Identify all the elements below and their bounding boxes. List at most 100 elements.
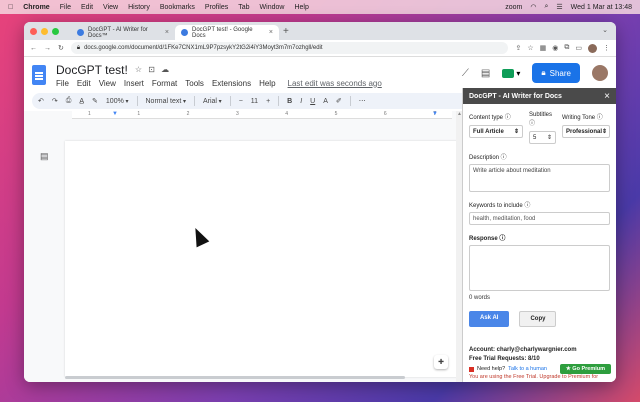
back-icon[interactable]: ← <box>30 45 37 52</box>
url-text: docs.google.com/document/d/1FKe7CNX1mL9P… <box>84 45 323 51</box>
italic-button[interactable]: I <box>300 98 302 105</box>
sidebar-title: DocGPT - AI Writer for Docs <box>469 92 562 100</box>
undo-icon[interactable]: ↶ <box>38 97 44 105</box>
menubar-item-help[interactable]: Help <box>294 4 308 11</box>
bookmark-star-icon[interactable]: ☆ <box>527 44 533 52</box>
document-page[interactable] <box>65 141 461 377</box>
chevron-down-icon: ▾ <box>516 68 521 78</box>
left-indent-marker-icon[interactable]: ▼ <box>112 111 118 117</box>
zoom-select[interactable]: 100% <box>106 98 129 105</box>
menubar-item-tab[interactable]: Tab <box>238 4 249 11</box>
share-page-icon[interactable]: ⇪ <box>515 44 521 52</box>
address-bar-row: ← → ↻ 🔒︎ docs.google.com/document/d/1FKe… <box>24 40 616 57</box>
explore-button[interactable]: ✚ <box>434 355 448 369</box>
text-color-icon[interactable]: A <box>323 98 328 105</box>
menubar-item-history[interactable]: History <box>128 4 150 11</box>
share-button[interactable]: 🔒︎ Share <box>532 63 580 83</box>
sidebar-icon[interactable]: ▭ <box>575 44 582 52</box>
close-icon[interactable]: × <box>604 91 610 102</box>
extension-icon[interactable]: ◉ <box>552 44 558 52</box>
menu-file[interactable]: File <box>56 79 69 88</box>
minimize-window-button[interactable] <box>41 27 48 35</box>
docgpt-favicon-icon <box>77 29 84 36</box>
redo-icon[interactable]: ↷ <box>52 97 58 105</box>
paragraph-style-select[interactable]: Normal text <box>146 98 186 105</box>
profile-avatar[interactable] <box>588 43 597 53</box>
help-text: Need help? <box>477 366 506 372</box>
menubar-app-name[interactable]: Chrome <box>23 4 49 11</box>
talk-to-human-link[interactable]: Talk to a human <box>508 366 547 372</box>
menu-edit[interactable]: Edit <box>77 79 91 88</box>
star-icon[interactable]: ☆ <box>135 65 142 74</box>
font-select[interactable]: Arial <box>203 98 222 105</box>
puzzle-icon[interactable]: ⧉ <box>564 44 569 52</box>
activity-trend-icon[interactable]: ⟋ <box>462 68 469 79</box>
ask-ai-button[interactable]: Ask AI <box>469 311 510 327</box>
menu-extensions[interactable]: Extensions <box>212 79 251 88</box>
control-center-icon[interactable]: ☰ <box>556 3 562 11</box>
document-title[interactable]: DocGPT test! <box>56 63 128 77</box>
move-folder-icon[interactable]: ⊡ <box>148 65 155 74</box>
menu-view[interactable]: View <box>99 79 116 88</box>
tab-search-icon[interactable]: ⌄ <box>602 26 608 34</box>
highlight-icon[interactable]: ✐ <box>336 97 342 105</box>
menubar-item-view[interactable]: View <box>103 4 118 11</box>
go-premium-button[interactable]: ★ Go Premium <box>559 364 611 374</box>
divider <box>349 96 351 106</box>
close-window-button[interactable] <box>30 27 37 35</box>
apple-icon[interactable]:  <box>8 4 13 11</box>
font-size-input[interactable]: 11 <box>251 98 258 105</box>
right-indent-marker-icon[interactable]: ▼ <box>432 111 438 117</box>
menubar-datetime[interactable]: Wed 1 Mar at 13:48 <box>571 4 632 11</box>
subtitles-select[interactable]: 5 ⇕ <box>529 131 556 144</box>
menubar-item-bookmarks[interactable]: Bookmarks <box>160 4 195 11</box>
extension-icon[interactable]: ▦ <box>540 44 547 52</box>
zoom-status-icon[interactable]: zoom <box>505 4 522 11</box>
horizontal-scrollbar[interactable] <box>65 376 405 379</box>
menu-tools[interactable]: Tools <box>185 79 204 88</box>
search-icon[interactable]: ⌕ <box>544 3 548 11</box>
comment-history-icon[interactable]: ▤ <box>481 68 490 79</box>
menu-insert[interactable]: Insert <box>124 79 144 88</box>
more-tools-button[interactable]: ⋯ <box>359 97 366 105</box>
zoom-window-button[interactable] <box>52 27 59 35</box>
ruler-tick: 1 <box>137 111 141 117</box>
description-label: Description ⓘ <box>469 155 507 161</box>
decrease-font-size-button[interactable]: − <box>239 98 243 105</box>
underline-button[interactable]: U <box>310 98 315 105</box>
print-icon[interactable]: ⎙ <box>66 97 72 105</box>
meet-button[interactable]: ▾ <box>502 68 521 78</box>
reload-icon[interactable]: ↻ <box>58 44 64 52</box>
copy-button[interactable]: Copy <box>519 311 557 327</box>
increase-font-size-button[interactable]: + <box>266 98 270 105</box>
menu-help[interactable]: Help <box>259 79 275 88</box>
docs-logo-icon[interactable] <box>32 65 46 85</box>
last-edit-link[interactable]: Last edit was seconds ago <box>288 79 382 88</box>
response-textarea[interactable] <box>469 245 610 291</box>
tab-google-docs[interactable]: DocGPT test! - Google Docs × <box>175 25 279 40</box>
bold-button[interactable]: B <box>287 98 292 105</box>
menubar-item-profiles[interactable]: Profiles <box>205 4 228 11</box>
spellcheck-icon[interactable]: A̲ <box>79 98 84 105</box>
document-outline-icon[interactable]: ▤ <box>40 151 49 162</box>
cloud-status-icon[interactable]: ☁ <box>161 65 169 74</box>
close-icon[interactable]: × <box>269 29 273 36</box>
menubar-item-edit[interactable]: Edit <box>81 4 93 11</box>
user-avatar[interactable] <box>592 65 608 81</box>
menubar-item-window[interactable]: Window <box>260 4 285 11</box>
content-type-select[interactable]: Full Article ⇕ <box>469 125 523 138</box>
forward-icon[interactable]: → <box>44 45 51 52</box>
omnibox[interactable]: 🔒︎ docs.google.com/document/d/1FKe7CNX1m… <box>70 42 509 54</box>
description-textarea[interactable]: Write article about meditation <box>469 164 610 192</box>
kebab-menu-icon[interactable]: ⋮ <box>603 44 610 52</box>
menu-format[interactable]: Format <box>152 79 177 88</box>
wifi-icon[interactable]: ◠ <box>530 3 536 11</box>
writing-tone-select[interactable]: Professional ⇕ <box>562 125 610 138</box>
menubar-item-file[interactable]: File <box>60 4 71 11</box>
keywords-input[interactable]: health, meditation, food <box>469 212 610 225</box>
new-tab-button[interactable]: + <box>283 26 289 37</box>
paint-format-icon[interactable]: ✎ <box>92 97 98 105</box>
selected-value: 5 <box>533 134 537 141</box>
tab-docgpt[interactable]: DocGPT - AI Writer for Docs™ × <box>71 25 175 40</box>
close-icon[interactable]: × <box>165 29 169 36</box>
